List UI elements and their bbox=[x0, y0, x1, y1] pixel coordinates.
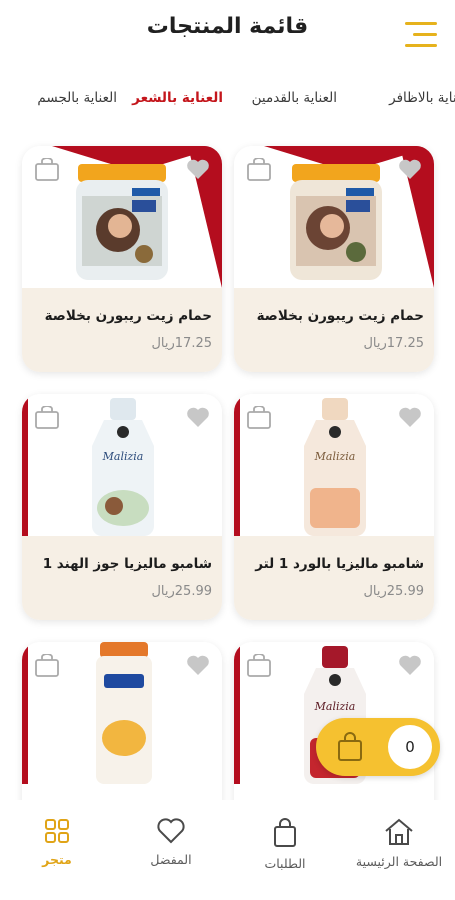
product-price: 25.99ريال bbox=[363, 584, 424, 599]
nav-label: المفضل bbox=[150, 852, 192, 867]
favorite-heart-icon[interactable] bbox=[186, 406, 210, 428]
tab-body-care[interactable]: العناية بالجسم bbox=[37, 90, 117, 106]
product-info: حمام زيت ريبورن بخلاصة 17.25ريال bbox=[234, 288, 434, 372]
tab-hair-care[interactable]: العناية بالشعر bbox=[132, 90, 223, 106]
hamburger-menu-icon[interactable] bbox=[405, 22, 437, 48]
product-price: 25.99ريال bbox=[151, 584, 212, 599]
add-to-cart-icon[interactable] bbox=[34, 406, 60, 430]
product-card[interactable]: Malizia شامبو ماليزيا جوز الهند 1 25.99ر… bbox=[22, 394, 222, 620]
add-to-cart-icon[interactable] bbox=[34, 158, 60, 182]
product-info: حمام زيت ريبورن بخلاصة 17.25ريال bbox=[22, 288, 222, 372]
tab-foot-care[interactable]: العناية بالقدمين bbox=[252, 90, 337, 106]
nav-orders[interactable]: الطلبات bbox=[235, 818, 335, 888]
favorite-heart-icon[interactable] bbox=[398, 158, 422, 180]
add-to-cart-icon[interactable] bbox=[246, 158, 272, 182]
product-name: شامبو ماليزيا جوز الهند 1 bbox=[42, 556, 212, 572]
page-title: قائمة المنتجات bbox=[146, 14, 309, 39]
favorite-heart-icon[interactable] bbox=[186, 654, 210, 676]
grid-icon bbox=[45, 819, 69, 843]
bottom-navigation: الصفحة الرئيسية الطلبات المفضل متجر bbox=[0, 800, 455, 900]
add-to-cart-icon[interactable] bbox=[246, 654, 272, 678]
product-info: شامبو ماليزيا جوز الهند 1 25.99ريال bbox=[22, 536, 222, 620]
favorite-heart-icon[interactable] bbox=[398, 654, 422, 676]
product-card[interactable]: Malizia شامبو ماليزيا بالورد 1 لتر 25.99… bbox=[234, 394, 434, 620]
product-name: حمام زيت ريبورن بخلاصة bbox=[256, 308, 424, 324]
product-card[interactable]: حمام زيت ريبورن بخلاصة 17.25ريال bbox=[22, 146, 222, 372]
add-to-cart-icon[interactable] bbox=[34, 654, 60, 678]
nav-label: الصفحة الرئيسية bbox=[355, 854, 443, 869]
home-icon bbox=[385, 818, 413, 845]
brand-logo-text: Malizia bbox=[314, 700, 356, 713]
shopping-bag-icon bbox=[338, 732, 362, 761]
cart-count: 0 bbox=[405, 738, 415, 756]
shopping-bag-icon bbox=[274, 818, 296, 847]
product-price: 17.25ريال bbox=[363, 336, 424, 351]
add-to-cart-icon[interactable] bbox=[246, 406, 272, 430]
product-card[interactable]: حمام زيت ريبورن بخلاصة 17.25ريال bbox=[234, 146, 434, 372]
product-name: شامبو ماليزيا بالورد 1 لتر bbox=[255, 556, 424, 572]
brand-logo-text: Malizia bbox=[102, 450, 144, 463]
nav-favorites[interactable]: المفضل bbox=[121, 818, 221, 888]
floating-cart-button[interactable]: 0 bbox=[316, 718, 440, 776]
nav-home[interactable]: الصفحة الرئيسية bbox=[349, 818, 449, 888]
favorite-heart-icon[interactable] bbox=[398, 406, 422, 428]
product-info: شامبو ماليزيا بالورد 1 لتر 25.99ريال bbox=[234, 536, 434, 620]
tab-nail-care[interactable]: عناية بالاظافر bbox=[389, 90, 455, 106]
nav-label: الطلبات bbox=[264, 856, 306, 871]
product-price: 17.25ريال bbox=[151, 336, 212, 351]
nav-label: متجر bbox=[42, 852, 72, 867]
favorite-heart-icon[interactable] bbox=[186, 158, 210, 180]
heart-icon bbox=[157, 818, 185, 844]
cart-count-badge: 0 bbox=[388, 725, 432, 769]
nav-store[interactable]: متجر bbox=[7, 818, 107, 888]
brand-logo-text: Malizia bbox=[314, 450, 356, 463]
product-name: حمام زيت ريبورن بخلاصة bbox=[44, 308, 212, 324]
app-header: قائمة المنتجات bbox=[0, 0, 455, 70]
category-tabs: عناية بالاظافر العناية بالقدمين العناية … bbox=[0, 84, 455, 116]
